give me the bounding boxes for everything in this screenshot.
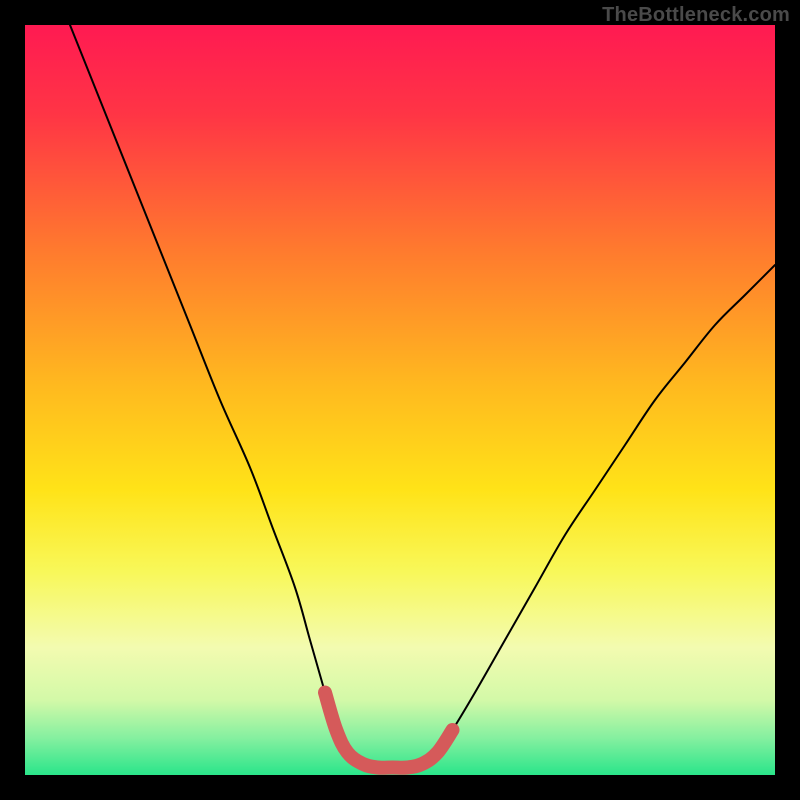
- watermark-text: TheBottleneck.com: [602, 4, 790, 27]
- bottleneck-plot: [25, 25, 775, 775]
- plot-background: [25, 25, 775, 775]
- chart-frame: TheBottleneck.com: [0, 0, 800, 800]
